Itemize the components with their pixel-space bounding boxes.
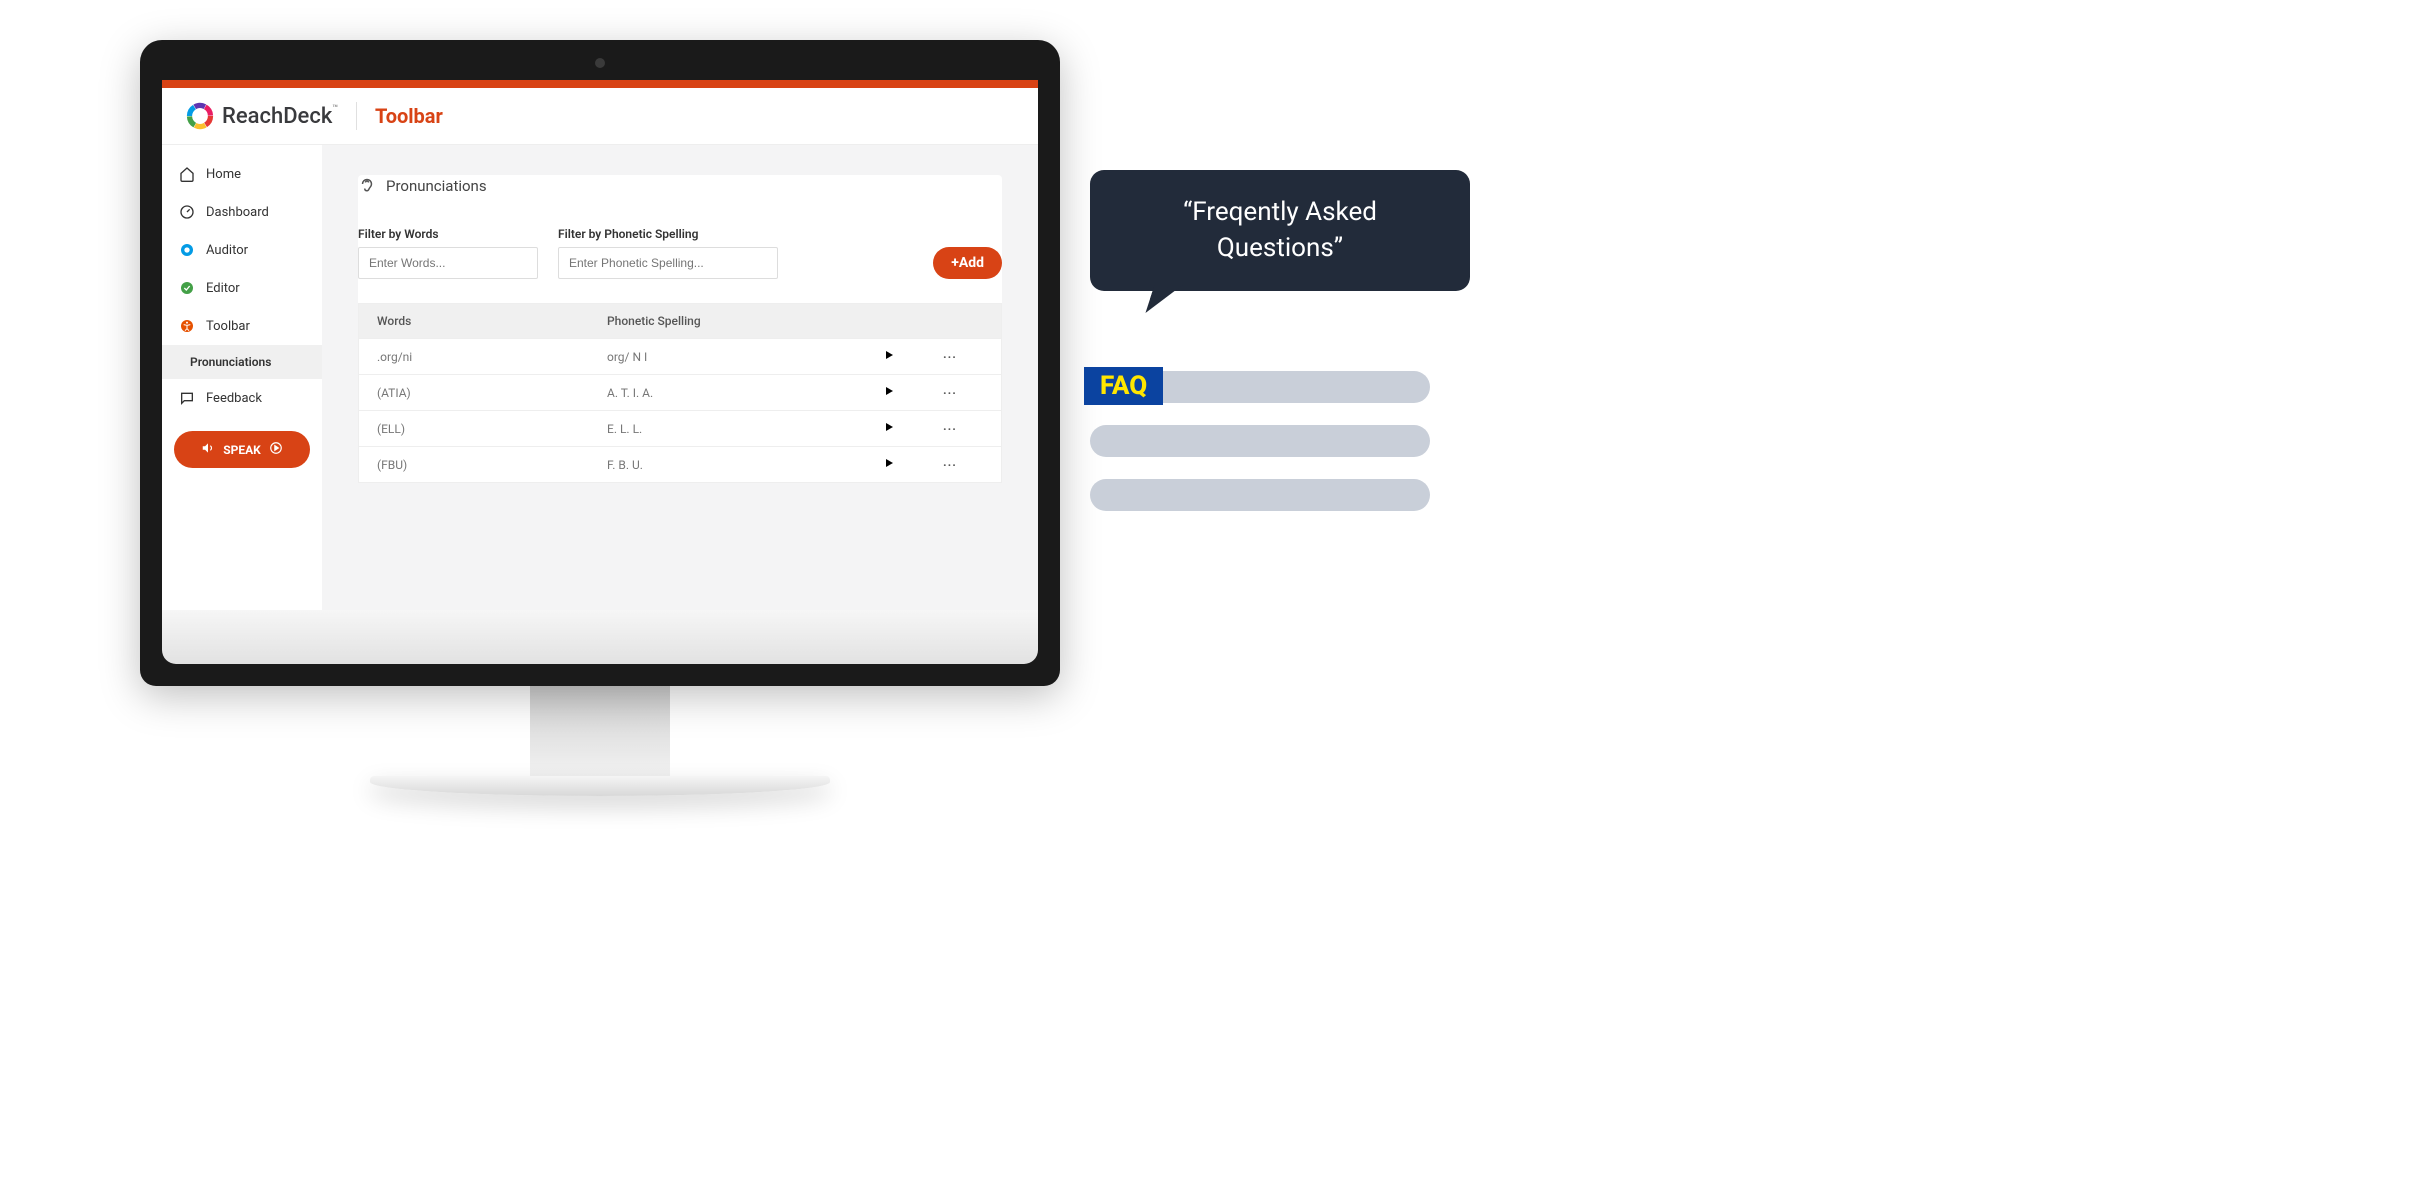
speak-label: SPEAK: [223, 443, 261, 457]
gauge-icon: [178, 203, 196, 221]
sidebar-item-toolbar[interactable]: Toolbar: [162, 307, 322, 345]
brand-logo: ReachDeck™: [186, 102, 338, 130]
sidebar-item-editor[interactable]: Editor: [162, 269, 322, 307]
table-header: Words Phonetic Spelling: [359, 304, 1001, 338]
sidebar-item-feedback[interactable]: Feedback: [162, 379, 322, 417]
sidebar-item-label: Editor: [206, 281, 240, 296]
ear-icon: [358, 175, 376, 197]
camera-dot: [595, 58, 605, 68]
sidebar-item-label: Pronunciations: [190, 355, 271, 369]
filter-words-label: Filter by Words: [358, 227, 538, 241]
cell-word: (FBU): [377, 458, 607, 472]
pronunciations-table: Words Phonetic Spelling .org/ni org/ N I…: [358, 303, 1002, 483]
section-title: Toolbar: [375, 104, 443, 128]
col-phonetic-header: Phonetic Spelling: [607, 314, 883, 328]
filter-phonetic-input[interactable]: [558, 247, 778, 279]
cell-phonetic: F. B. U.: [607, 458, 883, 472]
chat-icon: [178, 389, 196, 407]
top-bar: ReachDeck™ Toolbar: [162, 88, 1038, 145]
sidebar-item-label: Home: [206, 167, 241, 182]
filter-words-input[interactable]: [358, 247, 538, 279]
accessibility-icon: [178, 317, 196, 335]
faq-highlight: FAQ: [1084, 367, 1163, 405]
sidebar-item-label: Feedback: [206, 391, 262, 406]
monitor-stand-base: [370, 776, 830, 796]
screen: ReachDeck™ Toolbar Home: [162, 80, 1038, 610]
logo-icon: [186, 102, 214, 130]
more-icon[interactable]: ···: [943, 386, 983, 400]
text-line: [1090, 425, 1430, 457]
auditor-icon: [178, 241, 196, 259]
speak-button[interactable]: SPEAK: [174, 431, 310, 468]
home-icon: [178, 165, 196, 183]
text-line: [1090, 479, 1430, 511]
monitor-stand-neck: [530, 686, 670, 776]
sidebar-item-auditor[interactable]: Auditor: [162, 231, 322, 269]
more-icon[interactable]: ···: [943, 422, 983, 436]
browser-tab-strip: [162, 80, 1038, 88]
card-header: Pronunciations: [358, 175, 1002, 197]
play-icon[interactable]: [883, 349, 943, 364]
sidebar-subitem-pronunciations[interactable]: Pronunciations: [162, 345, 322, 379]
filter-phonetic-label: Filter by Phonetic Spelling: [558, 227, 778, 241]
table-row: (ATIA) A. T. I. A. ···: [359, 374, 1001, 410]
sidebar-item-label: Auditor: [206, 243, 248, 258]
play-icon[interactable]: [883, 385, 943, 400]
col-words-header: Words: [377, 314, 607, 328]
app-body: Home Dashboard Auditor: [162, 145, 1038, 610]
volume-icon: [201, 441, 215, 458]
text-line: FAQ: [1090, 371, 1430, 403]
monitor-bezel: ReachDeck™ Toolbar Home: [140, 40, 1060, 686]
cell-word: (ATIA): [377, 386, 607, 400]
cell-phonetic: A. T. I. A.: [607, 386, 883, 400]
editor-icon: [178, 279, 196, 297]
sidebar-item-label: Dashboard: [206, 205, 269, 220]
more-icon[interactable]: ···: [943, 458, 983, 472]
sidebar-item-dashboard[interactable]: Dashboard: [162, 193, 322, 231]
add-button[interactable]: +Add: [933, 247, 1002, 279]
play-icon[interactable]: [883, 421, 943, 436]
cell-word: (ELL): [377, 422, 607, 436]
filter-words-group: Filter by Words: [358, 227, 538, 279]
pronunciations-card: Pronunciations Filter by Words Filter by…: [358, 175, 1002, 483]
sidebar-item-home[interactable]: Home: [162, 155, 322, 193]
speech-bubble: “Freqently Asked Questions”: [1090, 170, 1470, 291]
cell-phonetic: org/ N I: [607, 350, 883, 364]
table-row: (FBU) F. B. U. ···: [359, 446, 1001, 482]
play-icon[interactable]: [883, 457, 943, 472]
cell-word: .org/ni: [377, 350, 607, 364]
illustration: “Freqently Asked Questions” FAQ: [1090, 170, 1470, 511]
brand-name: ReachDeck™: [222, 104, 338, 129]
table-row: (ELL) E. L. L. ···: [359, 410, 1001, 446]
sidebar-item-label: Toolbar: [206, 319, 250, 334]
text-lines: FAQ: [1090, 371, 1470, 511]
table-row: .org/ni org/ N I ···: [359, 338, 1001, 374]
filter-row: Filter by Words Filter by Phonetic Spell…: [358, 227, 1002, 279]
more-icon[interactable]: ···: [943, 350, 983, 364]
app-window: ReachDeck™ Toolbar Home: [162, 88, 1038, 610]
sidebar: Home Dashboard Auditor: [162, 145, 322, 610]
cell-phonetic: E. L. L.: [607, 422, 883, 436]
play-circle-icon: [269, 441, 283, 458]
bubble-text: “Freqently Asked Questions”: [1183, 197, 1377, 263]
page-title: Pronunciations: [386, 177, 487, 195]
main-content: Pronunciations Filter by Words Filter by…: [322, 145, 1038, 610]
monitor-frame: ReachDeck™ Toolbar Home: [140, 40, 1060, 796]
monitor-chin: [162, 610, 1038, 664]
filter-phonetic-group: Filter by Phonetic Spelling: [558, 227, 778, 279]
vertical-divider: [356, 102, 357, 130]
